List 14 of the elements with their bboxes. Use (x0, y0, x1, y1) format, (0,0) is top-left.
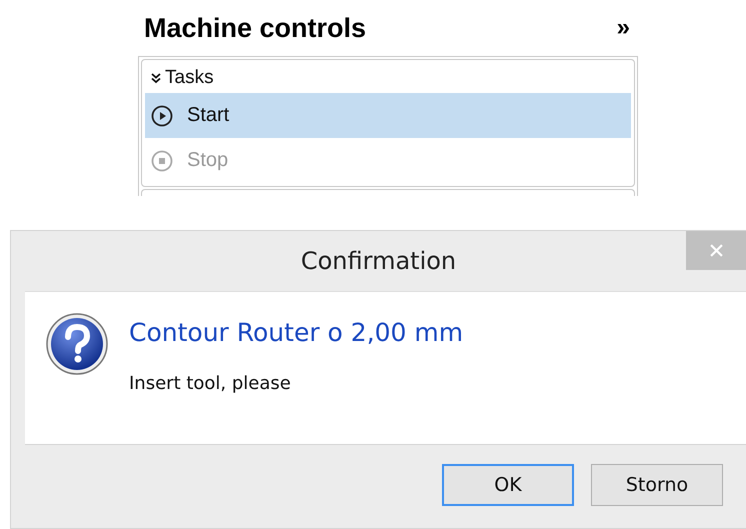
play-icon (151, 104, 173, 126)
dialog-button[interactable]: Storno (591, 464, 723, 506)
group-title: Tasks (165, 66, 214, 88)
question-icon (45, 312, 109, 376)
stop-icon (151, 150, 173, 172)
dialog-message: Insert tool, please (129, 373, 292, 394)
dialog-heading: Contour Router o 2,00 mm (129, 318, 464, 347)
close-icon (710, 244, 722, 257)
panel-title: Machine controls (144, 12, 366, 44)
chevron-icon[interactable] (150, 72, 162, 84)
dialog-button[interactable]: OK (442, 464, 574, 506)
collapse-button[interactable]: » (616, 14, 630, 42)
task-item[interactable]: Start (145, 93, 631, 138)
window-title: Confirmation (300, 247, 456, 275)
